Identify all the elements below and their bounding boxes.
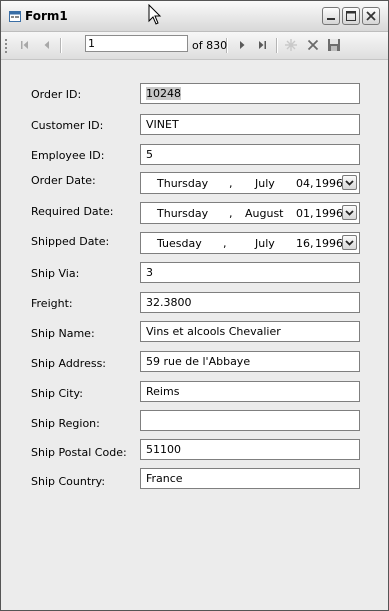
required-date-dropdown-button[interactable] xyxy=(342,205,357,220)
ship-name-label: Ship Name: xyxy=(31,327,95,340)
date-separator: , xyxy=(310,177,314,190)
ship-address-label: Ship Address: xyxy=(31,357,107,370)
ship-address-field[interactable]: 59 rue de l'Abbaye xyxy=(140,351,360,372)
order-date-picker[interactable]: Thursday , July 04 , 1996 xyxy=(140,172,360,194)
ship-country-field[interactable]: France xyxy=(140,468,360,489)
order-date-year: 1996 xyxy=(315,177,343,190)
ship-city-label: Ship City: xyxy=(31,387,83,400)
ship-country-label: Ship Country: xyxy=(31,475,106,488)
chevron-down-icon xyxy=(345,240,354,246)
order-id-label: Order ID: xyxy=(31,88,82,101)
ship-postal-code-label: Ship Postal Code: xyxy=(31,446,127,459)
move-next-icon[interactable] xyxy=(234,37,250,53)
freight-label: Freight: xyxy=(31,297,73,310)
date-separator: , xyxy=(223,237,227,250)
shipped-date-year: 1996 xyxy=(315,237,343,250)
required-date-day: 01 xyxy=(296,207,310,220)
move-previous-icon[interactable] xyxy=(39,37,55,53)
maximize-icon xyxy=(346,11,356,21)
ship-city-field[interactable]: Reims xyxy=(140,381,360,402)
order-date-day: 04 xyxy=(296,177,310,190)
employee-id-label: Employee ID: xyxy=(31,149,105,162)
required-date-label: Required Date: xyxy=(31,205,114,218)
record-count-label: of 830 xyxy=(192,39,228,52)
required-date-picker[interactable]: Thursday , August 01 , 1996 xyxy=(140,202,360,224)
order-date-weekday: Thursday xyxy=(157,177,209,190)
date-separator: , xyxy=(229,177,233,190)
toolbar-grip[interactable] xyxy=(5,39,7,53)
ship-via-label: Ship Via: xyxy=(31,267,80,280)
order-id-value: 10248 xyxy=(146,87,181,100)
shipped-date-dropdown-button[interactable] xyxy=(342,235,357,250)
freight-field[interactable]: 32.3800 xyxy=(140,292,360,313)
date-separator: , xyxy=(310,237,314,250)
ship-via-field[interactable]: 3 xyxy=(140,262,360,283)
ship-postal-code-field[interactable]: 51100 xyxy=(140,439,360,460)
maximize-button[interactable] xyxy=(342,7,360,25)
date-separator: , xyxy=(310,207,314,220)
add-new-icon[interactable] xyxy=(283,37,299,53)
required-date-weekday: Thursday xyxy=(157,207,209,220)
employee-id-field[interactable]: 5 xyxy=(140,144,360,165)
order-date-dropdown-button[interactable] xyxy=(342,175,357,190)
chevron-down-icon xyxy=(345,180,354,186)
move-last-icon[interactable] xyxy=(254,37,270,53)
date-separator: , xyxy=(229,207,233,220)
shipped-date-month: July xyxy=(255,237,275,250)
shipped-date-label: Shipped Date: xyxy=(31,235,110,248)
form-app-icon xyxy=(9,11,21,22)
position-input[interactable]: 1 xyxy=(85,35,188,52)
close-button[interactable] xyxy=(362,7,380,25)
move-first-icon[interactable] xyxy=(17,37,33,53)
order-date-month: July xyxy=(255,177,275,190)
customer-id-label: Customer ID: xyxy=(31,119,104,132)
toolbar-separator xyxy=(60,38,62,53)
required-date-month: August xyxy=(245,207,284,220)
title-bar[interactable]: Form1 xyxy=(1,1,388,32)
ship-region-field[interactable] xyxy=(140,410,360,431)
shipped-date-weekday: Tuesday xyxy=(157,237,202,250)
toolbar-separator xyxy=(276,38,278,53)
ship-region-label: Ship Region: xyxy=(31,417,100,430)
minimize-button[interactable] xyxy=(322,7,340,25)
chevron-down-icon xyxy=(345,210,354,216)
minimize-icon xyxy=(327,18,335,20)
form-window: Form1 1 of 830 Order ID: 10248 Customer … xyxy=(0,0,389,611)
order-id-field[interactable]: 10248 xyxy=(140,83,360,104)
save-icon[interactable] xyxy=(326,37,342,53)
shipped-date-day: 16 xyxy=(296,237,310,250)
shipped-date-picker[interactable]: Tuesday , July 16 , 1996 xyxy=(140,232,360,254)
window-title: Form1 xyxy=(25,9,68,23)
delete-icon[interactable] xyxy=(305,37,321,53)
mouse-cursor-icon xyxy=(148,4,162,25)
customer-id-field[interactable]: VINET xyxy=(140,114,360,135)
order-date-label: Order Date: xyxy=(31,174,96,187)
required-date-year: 1996 xyxy=(315,207,343,220)
close-icon xyxy=(366,11,376,21)
ship-name-field[interactable]: Vins et alcools Chevalier xyxy=(140,321,360,342)
